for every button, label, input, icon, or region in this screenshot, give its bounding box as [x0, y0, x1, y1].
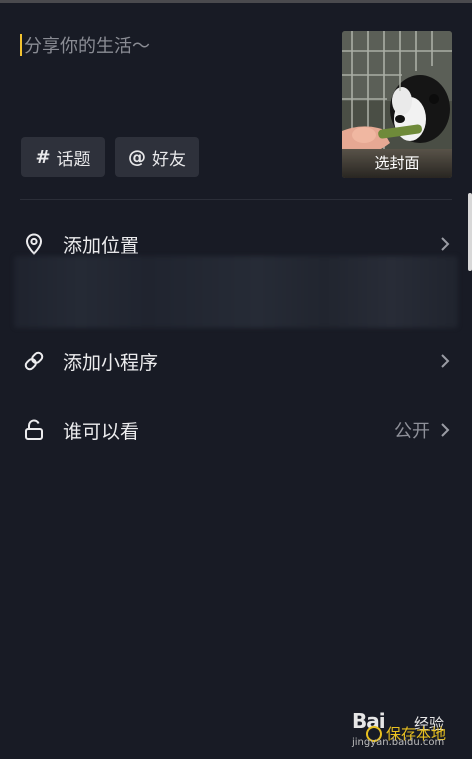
location-pin-icon — [25, 233, 43, 255]
top-edge — [0, 0, 472, 3]
chevron-right-icon — [441, 423, 450, 437]
text-cursor — [20, 34, 22, 56]
scrollbar[interactable] — [468, 193, 472, 271]
visibility-value: 公开 — [394, 421, 430, 442]
location-suggestions-blurred — [14, 256, 458, 328]
publish-screen: 分享你的生活～ 选封面 # 话题 @ 好友 添加位置 添加小程序 谁可以看 公开… — [0, 0, 472, 759]
add-mini-program-row[interactable]: 添加小程序 — [0, 336, 472, 386]
visibility-row[interactable]: 谁可以看 公开 — [0, 405, 472, 455]
chevron-right-icon — [441, 237, 450, 251]
section-divider — [20, 199, 452, 200]
baidu-jingyan-watermark: Bai 经验 保存本地 jingyan.baidu.com — [352, 709, 464, 753]
cover-selector[interactable]: 选封面 — [342, 31, 452, 178]
at-icon: @ — [128, 146, 146, 168]
topic-tag-button[interactable]: # 话题 — [21, 137, 105, 177]
add-mini-program-label: 添加小程序 — [63, 351, 159, 374]
mention-friend-label: 好友 — [152, 149, 186, 170]
watermark-url: jingyan.baidu.com — [352, 737, 445, 748]
chevron-right-icon — [441, 354, 450, 368]
visibility-label: 谁可以看 — [63, 420, 140, 443]
hashtag-icon: # — [35, 146, 51, 168]
unlock-icon — [25, 419, 43, 440]
topic-tag-label: 话题 — [56, 149, 91, 170]
link-icon — [24, 351, 44, 371]
mention-friend-button[interactable]: @ 好友 — [115, 137, 199, 177]
add-location-label: 添加位置 — [63, 234, 140, 257]
caption-placeholder: 分享你的生活～ — [24, 36, 150, 57]
caption-input[interactable]: 分享你的生活～ — [20, 32, 150, 58]
cover-label: 选封面 — [342, 148, 452, 178]
